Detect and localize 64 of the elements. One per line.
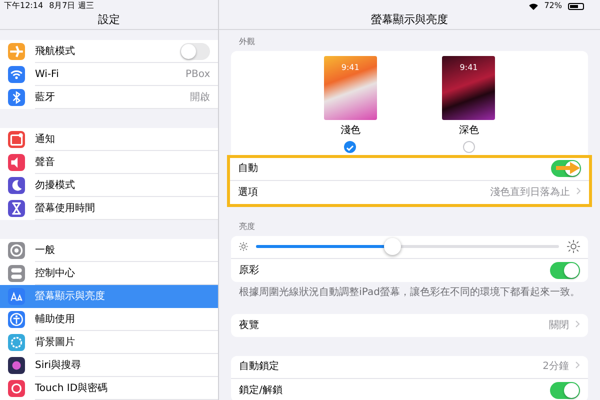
row-value: 關閉: [549, 318, 569, 332]
item-label: 勿擾模式: [35, 178, 76, 192]
row-value: 2分鐘: [542, 360, 569, 374]
item-label: 控制中心: [35, 266, 76, 280]
slider-thumb[interactable]: [384, 238, 402, 255]
item-label: Siri與搜尋: [35, 358, 82, 372]
sun-small-icon: [239, 242, 248, 251]
item-label: Touch ID與密碼: [35, 382, 109, 396]
sidebar-title: 設定: [0, 12, 218, 30]
wallpaper-preview[interactable]: 9:41: [442, 56, 496, 120]
toggle-switch[interactable]: [550, 262, 580, 278]
item-label: 聲音: [35, 156, 56, 170]
settings-row[interactable]: 夜覽 關閉: [231, 314, 588, 336]
item-label: 輔助使用: [35, 312, 76, 326]
toggle-switch[interactable]: [180, 42, 210, 60]
sidebar-item[interactable]: Wi-Fi PBox: [0, 63, 218, 86]
row-label: 自動: [238, 162, 260, 176]
appearance-label: 深色: [458, 124, 479, 138]
sidebar-item[interactable]: 勿擾模式: [0, 174, 218, 197]
toggle-switch[interactable]: [551, 160, 581, 177]
preview-time: 9:41: [341, 62, 360, 74]
status-date: 8月7日 週三: [49, 0, 94, 12]
settings-row[interactable]: 選項 淺色直到日落為止: [230, 180, 589, 204]
sidebar-item[interactable]: 聲音: [0, 151, 218, 174]
item-value: 開啟: [190, 90, 210, 104]
row-label: 自動鎖定: [239, 360, 280, 374]
item-label: 藍牙: [35, 90, 56, 104]
toggle-switch[interactable]: [550, 382, 580, 398]
appearance-label: 淺色: [340, 124, 360, 138]
section-header: 亮度: [238, 220, 256, 232]
row-label: 鎖定/解鎖: [239, 384, 284, 398]
row-label: 選項: [238, 186, 260, 200]
sidebar-item[interactable]: 螢幕使用時間: [0, 197, 218, 220]
section-header: 外觀: [238, 36, 256, 48]
item-label: 通知: [35, 132, 56, 146]
item-label: 螢幕使用時間: [35, 202, 96, 216]
item-value: PBox: [186, 68, 210, 82]
sidebar-item[interactable]: 飛航模式: [0, 40, 218, 63]
item-label: 一般: [35, 244, 56, 258]
sidebar-item[interactable]: Touch ID與密碼: [0, 377, 218, 400]
item-label: 飛航模式: [35, 44, 76, 58]
sun-large-icon: [567, 240, 580, 253]
battery-percent: 72%: [544, 0, 562, 12]
radio-button[interactable]: [344, 140, 356, 152]
item-label: 背景圖片: [35, 336, 76, 350]
radio-button[interactable]: [462, 140, 475, 152]
sidebar-item[interactable]: 背景圖片: [0, 331, 218, 354]
sidebar-item[interactable]: 一般: [0, 239, 218, 262]
row-label: 夜覽: [239, 318, 260, 332]
row-label: 原彩: [239, 264, 260, 278]
page-title: 螢幕顯示與亮度: [219, 12, 600, 30]
footnote-text: 根據周圍光線狀況自動調整iPad螢幕，讓色彩在不同的環境下都看起來一致。: [238, 286, 581, 300]
preview-time: 9:41: [460, 62, 478, 74]
item-label: Wi-Fi: [35, 68, 60, 82]
sidebar-item[interactable]: 藍牙 開啟: [0, 86, 218, 109]
sidebar-item[interactable]: Siri與搜尋: [0, 354, 218, 377]
status-time: 下午12:14: [4, 0, 44, 12]
sidebar-item[interactable]: 通知: [0, 128, 218, 151]
item-label: 螢幕顯示與亮度: [35, 290, 106, 304]
settings-row[interactable]: 自動鎖定 2分鐘: [231, 356, 588, 378]
row-value: 淺色直到日落為止: [490, 186, 570, 200]
wifi-icon: [529, 2, 538, 10]
battery-icon: [568, 2, 584, 10]
sidebar-item[interactable]: 輔助使用: [0, 308, 218, 331]
